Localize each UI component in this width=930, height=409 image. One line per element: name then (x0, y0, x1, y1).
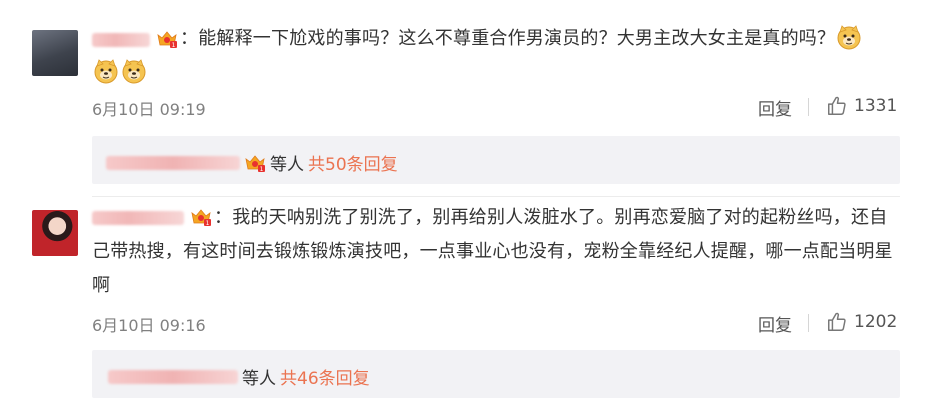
divider (808, 314, 809, 332)
thumbs-up-icon (826, 95, 848, 117)
like-button[interactable]: 1331 (826, 95, 897, 117)
comment-text: ：我的天呐别洗了别洗了，别再给别人泼脏水了。别再恋爱脑了对的起粉丝吗，还自己带热… (92, 207, 893, 296)
comment-item: ：我的天呐别洗了别洗了，别再给别人泼脏水了。别再恋爱脑了对的起粉丝吗，还自己带热… (0, 196, 930, 409)
comment-text: ：能解释一下尬戏的事吗？这么不尊重合作男演员的？大男主改大女主是真的吗？ (92, 22, 900, 90)
sub-reply-who: 等人 (270, 155, 304, 175)
divider (808, 98, 809, 116)
comment-timestamp: 6月10日 09:16 (92, 316, 206, 335)
like-count: 1202 (854, 312, 898, 332)
comment-timestamp: 6月10日 09:19 (92, 100, 206, 119)
avatar[interactable] (32, 30, 78, 76)
doge-emoji-icon (121, 58, 147, 84)
sub-replies-summary[interactable]: 等人 共50条回复 (106, 150, 398, 175)
like-button[interactable]: 1202 (826, 311, 897, 333)
sub-replies-panel: 等人 共50条回复 (92, 136, 900, 184)
sub-reply-users-redacted (106, 155, 240, 170)
avatar[interactable] (32, 210, 78, 256)
sub-replies-summary[interactable]: 等人 共46条回复 (108, 364, 370, 389)
doge-emoji-icon (836, 24, 862, 50)
sub-reply-who: 等人 (242, 369, 276, 389)
like-count: 1331 (854, 96, 898, 116)
sub-reply-users-redacted (108, 369, 238, 384)
view-all-replies-link[interactable]: 共46条回复 (280, 364, 370, 389)
sub-replies-panel: 等人 共46条回复 (92, 350, 900, 398)
comment-item: ：能解释一下尬戏的事吗？这么不尊重合作男演员的？大男主改大女主是真的吗？ 6月1… (0, 0, 930, 196)
thumbs-up-icon (826, 311, 848, 333)
view-all-replies-link[interactable]: 共50条回复 (308, 150, 398, 175)
reply-button[interactable]: 回复 (758, 95, 792, 120)
reply-button[interactable]: 回复 (758, 311, 792, 336)
vip-badge-icon (244, 153, 266, 173)
doge-emoji-icon (93, 58, 119, 84)
